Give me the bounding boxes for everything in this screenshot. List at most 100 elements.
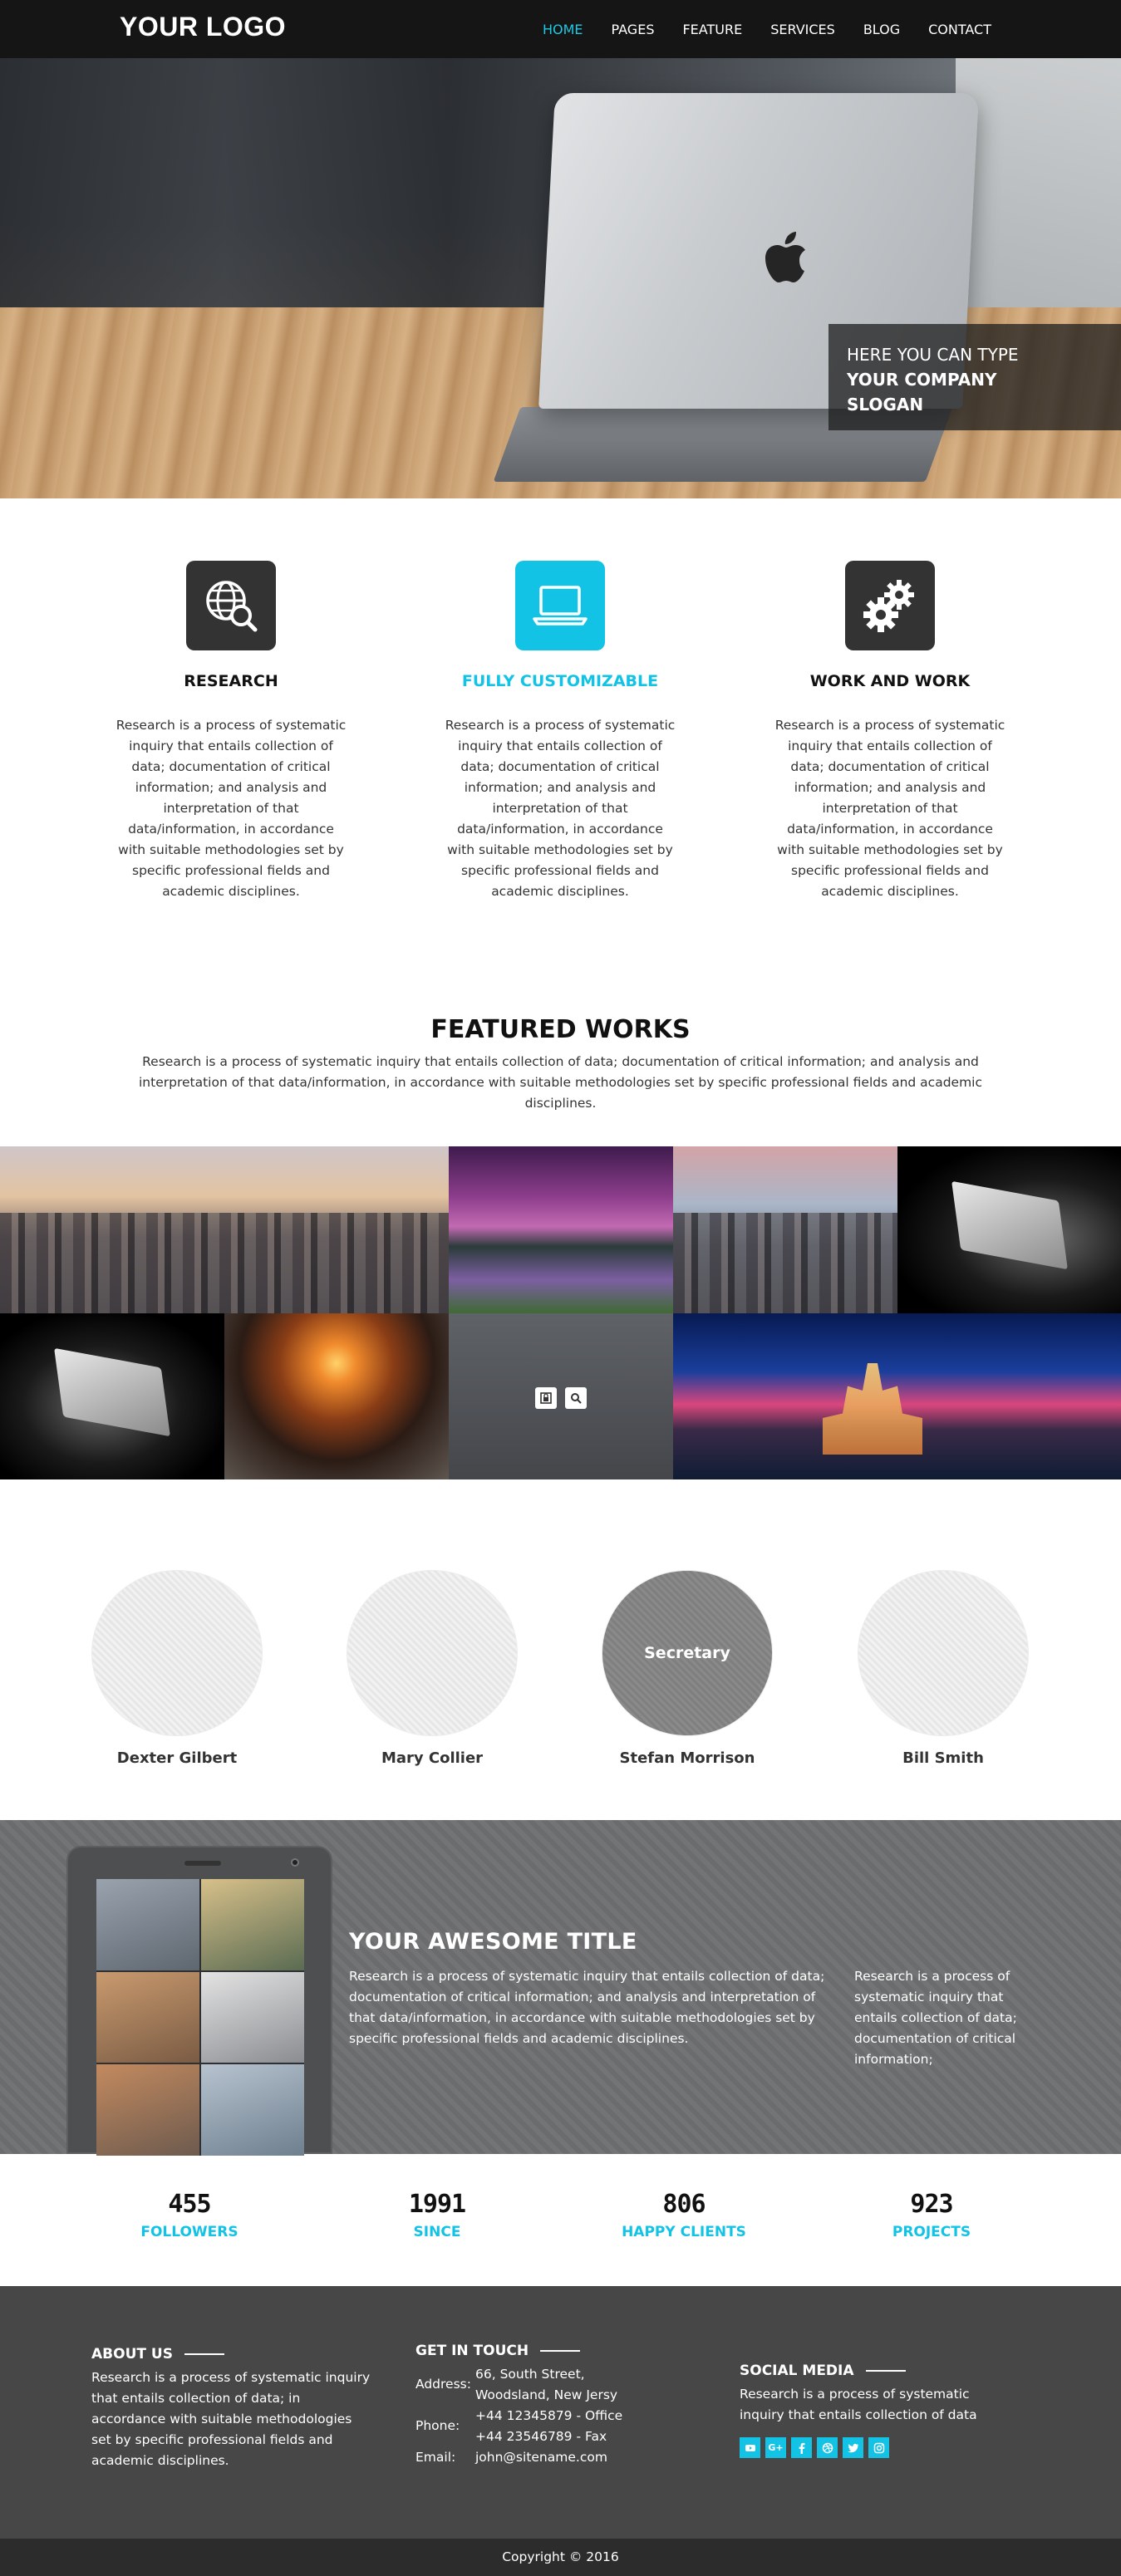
gallery-item-hovered[interactable]	[449, 1313, 673, 1479]
globe-search-icon	[206, 581, 258, 632]
tablet-screen	[96, 1879, 304, 2156]
stat-followers: 455 FOLLOWERS	[86, 2190, 293, 2240]
footer-heading: SOCIAL MEDIA	[740, 2363, 1005, 2379]
skyline-graphic	[673, 1213, 897, 1313]
phone-office: +44 12345879 - Office	[475, 2408, 623, 2423]
stat-value: 806	[662, 2190, 706, 2219]
footer-heading: ABOUT US	[91, 2346, 374, 2363]
awesome-title: YOUR AWESOME TITLE	[349, 1929, 637, 1955]
slogan-line-2: YOUR COMPANY	[847, 370, 997, 390]
youtube-icon[interactable]	[740, 2437, 760, 2458]
feature-work: WORK AND WORK Research is a process of s…	[757, 561, 1023, 902]
nav-feature[interactable]: FEATURE	[682, 22, 742, 37]
feature-icon-box	[845, 561, 935, 650]
address-line: 66, South Street,	[475, 2367, 585, 2382]
team-member-name: Mary Collier	[381, 1749, 484, 1767]
footer-contact: GET IN TOUCH Address: 66, South Street, …	[415, 2343, 665, 2468]
footer-heading: GET IN TOUCH	[415, 2343, 665, 2359]
phone-fax: +44 23546789 - Fax	[475, 2429, 607, 2444]
gallery-item-city-skyline[interactable]	[0, 1146, 449, 1313]
feature-text: Research is a process of systematic inqu…	[445, 718, 676, 899]
stat-happy-clients: 806 HAPPY CLIENTS	[580, 2190, 788, 2240]
social-icons: G+	[740, 2437, 1005, 2458]
stat-label: PROJECTS	[892, 2224, 971, 2240]
stat-label: FOLLOWERS	[140, 2224, 238, 2240]
lock-icon[interactable]	[535, 1387, 557, 1409]
slogan-line-1: HERE YOU CAN TYPE	[847, 345, 1019, 365]
avatar[interactable]: Secretary	[602, 1570, 773, 1736]
nav-home[interactable]: HOME	[543, 22, 583, 37]
footer-about: ABOUT US Research is a process of system…	[91, 2346, 374, 2471]
feature-text: Research is a process of systematic inqu…	[774, 718, 1005, 899]
twitter-icon[interactable]	[843, 2437, 863, 2458]
gallery-item-city-aerial[interactable]	[673, 1146, 897, 1313]
featured-works-description: Research is a process of systematic inqu…	[138, 1054, 983, 1111]
google-plus-icon[interactable]: G+	[765, 2437, 786, 2458]
team-member[interactable]: Bill Smith	[856, 1570, 1030, 1767]
footer-social: SOCIAL MEDIA Research is a process of sy…	[740, 2363, 1005, 2458]
tablet-camera	[291, 1858, 299, 1867]
team-member-role: Secretary	[644, 1644, 730, 1662]
team-member[interactable]: Secretary Stefan Morrison	[600, 1570, 774, 1767]
footer: ABOUT US Research is a process of system…	[0, 2286, 1121, 2539]
email-label: Email:	[415, 2450, 456, 2465]
address-line: Woodsland, New Jersy	[475, 2387, 618, 2402]
site-logo[interactable]: YOUR LOGO	[120, 12, 286, 42]
skyline-graphic	[0, 1213, 449, 1313]
facebook-icon[interactable]	[791, 2437, 812, 2458]
hero-banner: HERE YOU CAN TYPE YOUR COMPANY SLOGAN	[0, 58, 1121, 498]
feature-icon-box	[186, 561, 276, 650]
instagram-icon[interactable]	[868, 2437, 889, 2458]
feature-research: RESEARCH Research is a process of system…	[98, 561, 364, 902]
footer-social-text: Research is a process of systematic inqu…	[740, 2387, 977, 2422]
apple-logo-icon	[763, 231, 808, 299]
stat-label: SINCE	[413, 2224, 461, 2240]
nav-services[interactable]: SERVICES	[770, 22, 835, 37]
stat-value: 1991	[408, 2190, 466, 2219]
nav-contact[interactable]: CONTACT	[928, 22, 991, 37]
email-link[interactable]: john@sitename.com	[475, 2447, 607, 2468]
copyright: Copyright © 2016	[0, 2539, 1121, 2576]
avatar[interactable]	[858, 1570, 1029, 1736]
main-nav: HOME PAGES FEATURE SERVICES BLOG CONTACT	[543, 0, 991, 58]
laptop-graphic	[54, 1347, 170, 1437]
address-label: Address:	[415, 2377, 471, 2392]
laptop-graphic	[951, 1180, 1068, 1270]
team-member[interactable]: Mary Collier	[345, 1570, 519, 1767]
nav-pages[interactable]: PAGES	[612, 22, 655, 37]
team-member-name: Dexter Gilbert	[116, 1749, 238, 1767]
stat-value: 923	[910, 2190, 953, 2219]
gallery-item-mountain-lake[interactable]	[449, 1146, 673, 1313]
stat-projects: 923 PROJECTS	[828, 2190, 1035, 2240]
stat-label: HAPPY CLIENTS	[622, 2224, 746, 2240]
awesome-text-secondary: Research is a process of systematic inqu…	[854, 1969, 1017, 2067]
feature-text: Research is a process of systematic inqu…	[116, 718, 347, 899]
gallery-item-laptop-dark[interactable]	[0, 1313, 224, 1479]
gallery-item-laptop[interactable]	[897, 1146, 1121, 1313]
feature-title: RESEARCH	[184, 672, 278, 690]
gallery-item-castle[interactable]	[673, 1313, 1121, 1479]
avatar[interactable]	[347, 1570, 518, 1736]
footer-about-text: Research is a process of systematic inqu…	[91, 2370, 371, 2468]
stat-value: 455	[168, 2190, 211, 2219]
feature-customizable: FULLY CUSTOMIZABLE Research is a process…	[427, 561, 693, 902]
gallery-item-sunset-shell[interactable]	[224, 1313, 449, 1479]
feature-title: FULLY CUSTOMIZABLE	[461, 672, 659, 690]
castle-graphic	[823, 1363, 922, 1455]
navbar: YOUR LOGO HOME PAGES FEATURE SERVICES BL…	[0, 0, 1121, 58]
featured-works-title: FEATURED WORKS	[430, 1015, 691, 1044]
search-icon[interactable]	[565, 1387, 587, 1409]
gears-icon	[863, 580, 914, 632]
nav-blog[interactable]: BLOG	[863, 22, 900, 37]
team-member[interactable]: Dexter Gilbert	[90, 1570, 264, 1767]
gallery-hover-actions	[535, 1387, 587, 1409]
phone-label: Phone:	[415, 2418, 460, 2433]
tablet-speaker	[184, 1861, 221, 1866]
feature-icon-box	[515, 561, 605, 650]
dribbble-icon[interactable]	[817, 2437, 838, 2458]
team-member-name: Bill Smith	[902, 1749, 984, 1767]
slogan-line-3: SLOGAN	[847, 395, 924, 415]
awesome-text: Research is a process of systematic inqu…	[349, 1969, 825, 2046]
avatar[interactable]	[91, 1570, 263, 1736]
team-member-name: Stefan Morrison	[619, 1749, 755, 1767]
